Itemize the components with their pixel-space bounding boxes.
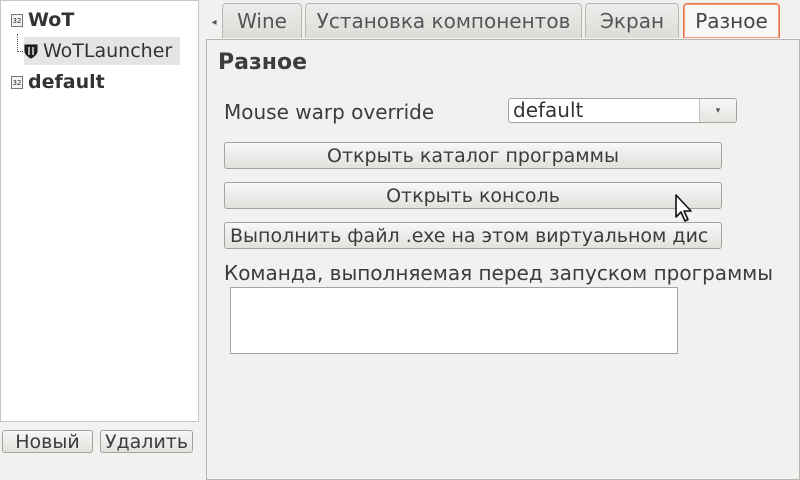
tab-components[interactable]: Установка компонентов	[305, 3, 582, 38]
open-program-dir-button[interactable]: Открыть каталог программы	[224, 142, 722, 169]
run-exe-button[interactable]: Выполнить файл .exe на этом виртуальном …	[224, 222, 722, 249]
tab-display[interactable]: Экран	[585, 3, 679, 38]
pre-command-label: Команда, выполняемая перед запуском прог…	[224, 261, 774, 285]
mouse-warp-select[interactable]: default ▾	[508, 98, 737, 123]
tree-item-label: default	[28, 71, 105, 93]
chevron-down-icon[interactable]: ▾	[700, 99, 736, 122]
delete-prefix-button[interactable]: Удалить	[100, 430, 193, 453]
win32-prefix-icon: 32	[11, 13, 23, 27]
tab-scroll-left-icon[interactable]: ◂	[207, 8, 221, 36]
win32-prefix-icon: 32	[11, 75, 23, 89]
tree-item-wotlauncher[interactable]: WoTLauncher	[24, 37, 180, 65]
new-prefix-button[interactable]: Новый	[2, 430, 93, 453]
mouse-warp-value: default	[513, 98, 584, 122]
tab-wine[interactable]: Wine	[222, 3, 302, 38]
tab-misc[interactable]: Разное	[683, 3, 780, 38]
pre-command-input[interactable]	[230, 287, 678, 354]
tree-item-label: WoTLauncher	[43, 40, 173, 62]
open-console-button[interactable]: Открыть консоль	[224, 182, 722, 209]
shield-icon	[24, 44, 38, 59]
mouse-warp-label: Mouse warp override	[224, 100, 435, 124]
tree-item-default[interactable]: 32 default	[11, 68, 105, 96]
tree-item-label: WoT	[28, 9, 75, 31]
prefix-tree[interactable]: 32 WoT WoTLauncher 32 default	[0, 0, 199, 422]
tree-item-wot[interactable]: 32 WoT	[11, 6, 74, 34]
mouse-pointer-icon	[675, 194, 692, 222]
page-title: Разное	[218, 50, 307, 75]
